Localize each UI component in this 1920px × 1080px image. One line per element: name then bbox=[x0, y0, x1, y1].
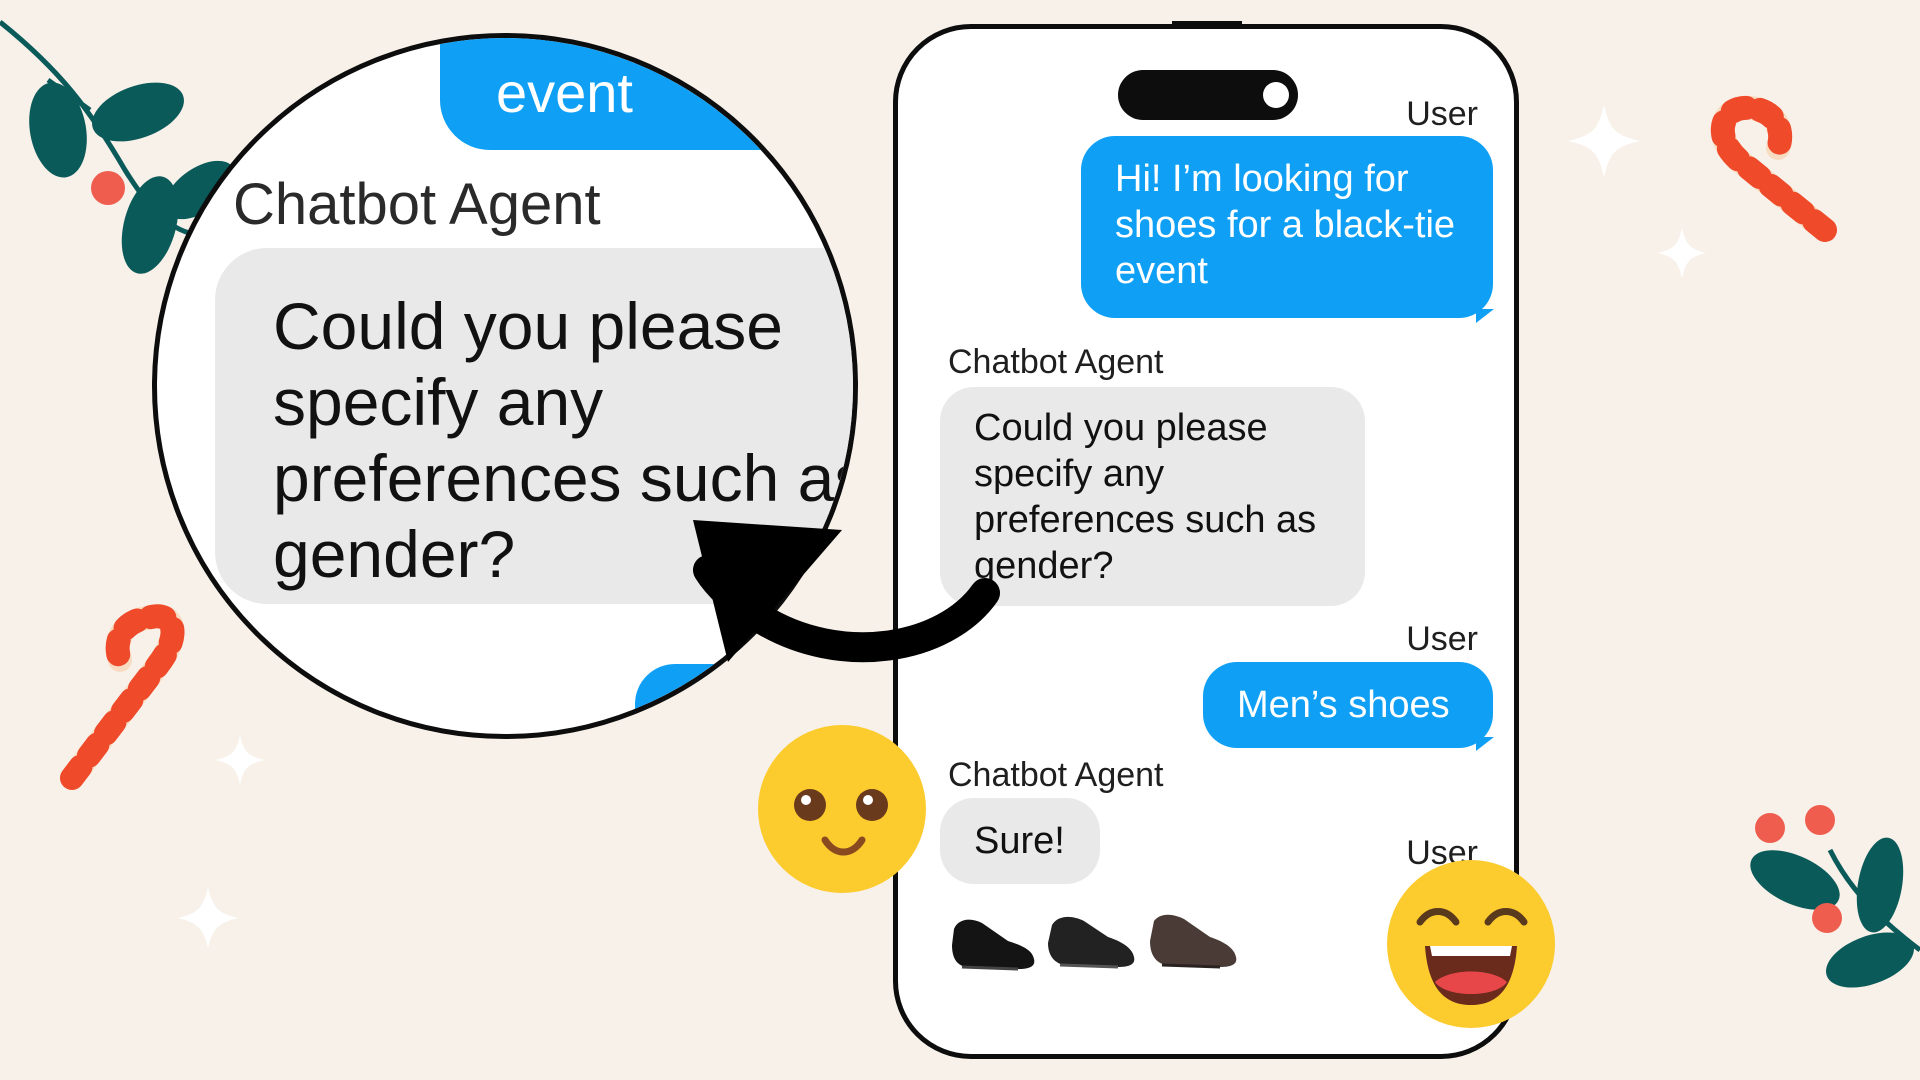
overlay-icons bbox=[693, 520, 1555, 1028]
smiling-emoji-icon bbox=[758, 725, 926, 893]
grinning-emoji-icon bbox=[1387, 860, 1555, 1028]
curved-arrow-icon bbox=[693, 520, 1000, 663]
